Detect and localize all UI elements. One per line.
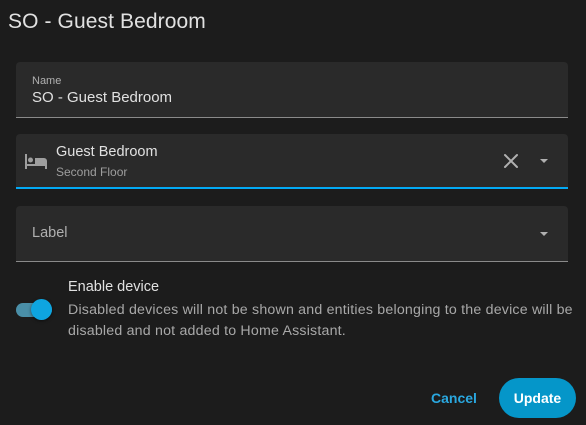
chevron-down-icon[interactable] — [534, 224, 554, 244]
area-name: Guest Bedroom — [56, 144, 158, 160]
name-field-label: Name — [32, 75, 62, 87]
label-placeholder: Label — [32, 225, 68, 241]
name-field-value[interactable]: SO - Guest Bedroom — [32, 89, 172, 106]
chevron-down-icon[interactable] — [534, 151, 554, 171]
label-picker[interactable]: Label — [16, 206, 568, 262]
dialog-title: SO - Guest Bedroom — [8, 10, 206, 33]
update-button[interactable]: Update — [499, 378, 576, 418]
close-icon[interactable] — [502, 152, 520, 170]
cancel-button[interactable]: Cancel — [424, 380, 484, 416]
enable-device-title: Enable device — [68, 279, 160, 295]
device-settings-dialog: SO - Guest Bedroom Name SO - Guest Bedro… — [0, 0, 586, 425]
area-floor: Second Floor — [56, 165, 128, 179]
enable-device-description: Disabled devices will not be shown and e… — [68, 302, 573, 339]
bed-icon — [25, 154, 47, 169]
name-field[interactable]: Name SO - Guest Bedroom — [16, 62, 568, 118]
enable-device-toggle[interactable] — [16, 298, 52, 322]
toggle-thumb — [31, 299, 52, 320]
area-picker[interactable]: Guest Bedroom Second Floor — [16, 134, 568, 189]
